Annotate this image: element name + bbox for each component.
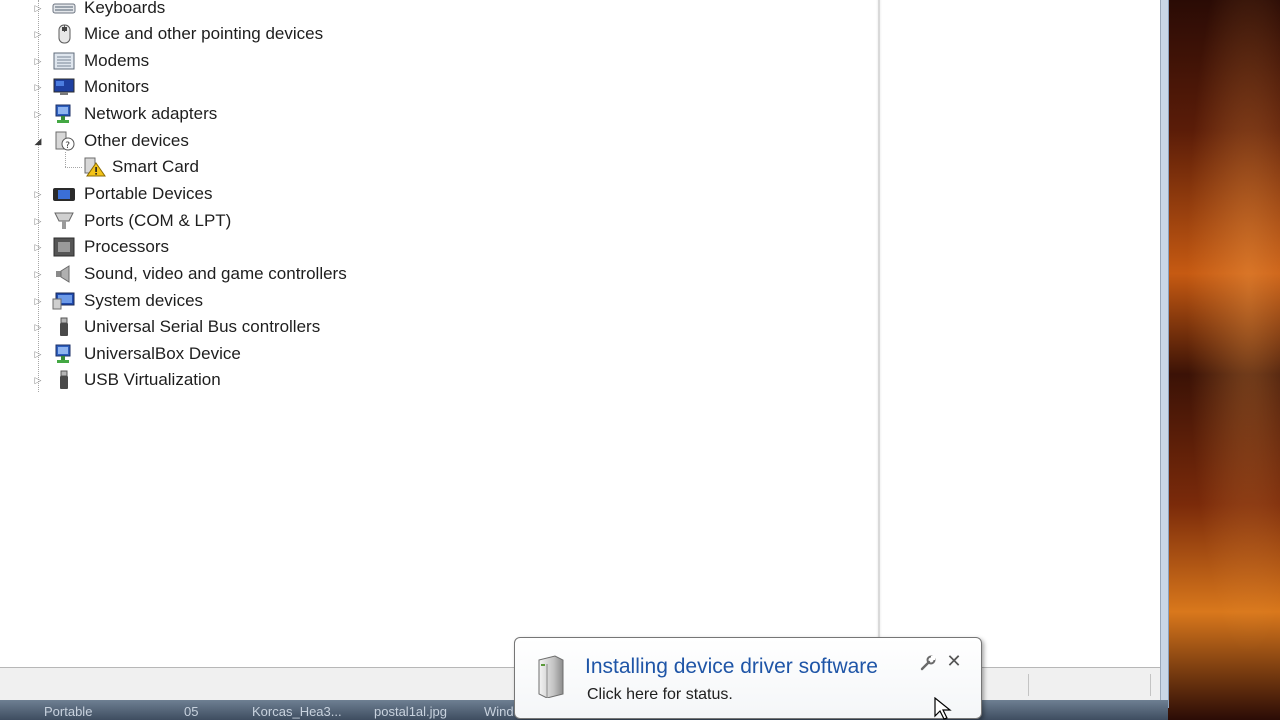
network-adapter-icon	[55, 104, 71, 123]
tree-item-label: Network adapters	[84, 104, 218, 123]
device-manager-window: ▷ Keyboards ▷ Mice and other pointing de…	[0, 0, 1169, 708]
status-divider	[1150, 674, 1151, 696]
tree-item-keyboards[interactable]: ▷ Keyboards	[0, 0, 260, 21]
modem-icon	[53, 52, 75, 70]
status-divider	[1028, 674, 1029, 696]
tree-item-mice[interactable]: ▷ Mice and other pointing devices	[0, 21, 360, 47]
expand-arrow-icon[interactable]: ▷	[33, 82, 43, 92]
tree-item-label: Keyboards	[84, 0, 166, 17]
device-tree-pane[interactable]: ▷ Keyboards ▷ Mice and other pointing de…	[0, 0, 876, 666]
processor-icon	[53, 237, 75, 257]
tree-item-usb-virtualization[interactable]: ▷ USB Virtualization	[0, 367, 240, 393]
taskbar-item[interactable]: Korcas_Hea3...	[252, 704, 342, 719]
close-icon[interactable]: ✕	[945, 652, 963, 670]
tree-item-label: Processors	[84, 237, 170, 256]
device-driver-icon	[538, 655, 564, 698]
usb-icon	[60, 370, 68, 389]
monitor-icon	[53, 78, 75, 95]
tree-item-label: Mice and other pointing devices	[84, 24, 324, 43]
tree-item-smart-card[interactable]: Smart Card	[0, 154, 240, 180]
tree-item-monitors[interactable]: ▷ Monitors	[0, 74, 200, 100]
tree-item-usb-controllers[interactable]: ▷ Universal Serial Bus controllers	[0, 314, 340, 340]
expand-arrow-icon[interactable]: ▷	[33, 189, 43, 199]
tree-item-other-devices[interactable]: ◢ ? Other devices	[0, 128, 260, 154]
unknown-device-warning-icon	[84, 157, 106, 177]
tree-item-processors[interactable]: ▷ Processors	[0, 234, 220, 260]
port-icon	[54, 212, 74, 229]
tree-item-network-adapters[interactable]: ▷ Network adapters	[0, 101, 260, 127]
taskbar-item[interactable]: Wind	[484, 704, 514, 719]
tree-item-label: USB Virtualization	[84, 370, 221, 389]
wrench-icon[interactable]	[919, 654, 937, 672]
tree-item-modems[interactable]: ▷ Modems	[0, 48, 200, 74]
action-pane	[882, 0, 1160, 666]
expand-arrow-icon[interactable]: ▷	[33, 349, 43, 359]
other-devices-icon: ?	[55, 131, 75, 151]
expand-arrow-icon[interactable]: ▷	[33, 322, 43, 332]
expand-arrow-icon[interactable]: ▷	[33, 3, 43, 13]
system-devices-icon	[52, 292, 75, 310]
tree-item-label: Smart Card	[112, 157, 199, 176]
expand-arrow-icon[interactable]: ▷	[33, 109, 43, 119]
taskbar-item[interactable]: postal1al.jpg	[374, 704, 447, 719]
keyboard-icon	[52, 3, 76, 14]
tree-item-label: Ports (COM & LPT)	[84, 211, 232, 230]
tree-item-label: Sound, video and game controllers	[84, 264, 347, 283]
notification-title[interactable]: Installing device driver software	[585, 655, 878, 679]
desktop-background	[1168, 0, 1280, 720]
svg-text:?: ?	[65, 141, 70, 151]
expand-arrow-icon[interactable]: ▷	[33, 375, 43, 385]
taskbar-item[interactable]: 05	[184, 704, 198, 719]
speaker-icon	[56, 265, 70, 283]
tree-item-label: Universal Serial Bus controllers	[84, 317, 321, 336]
expand-arrow-icon[interactable]: ▷	[33, 29, 43, 39]
tree-item-label: Modems	[84, 51, 150, 70]
collapse-arrow-icon[interactable]: ◢	[33, 136, 43, 146]
expand-arrow-icon[interactable]: ▷	[33, 56, 43, 66]
expand-arrow-icon[interactable]: ▷	[33, 242, 43, 252]
notification-text[interactable]: Click here for status.	[587, 686, 733, 704]
tree-item-ports[interactable]: ▷ Ports (COM & LPT)	[0, 208, 260, 234]
window-client-area: ▷ Keyboards ▷ Mice and other pointing de…	[0, 0, 1161, 701]
tree-item-system-devices[interactable]: ▷ System devices	[0, 288, 240, 314]
tree-item-sound-video[interactable]: ▷ Sound, video and game controllers	[0, 261, 380, 287]
tree-item-label: Monitors	[84, 77, 150, 96]
expand-arrow-icon[interactable]: ▷	[33, 216, 43, 226]
tree-item-label: Portable Devices	[84, 184, 213, 203]
tree-item-label: Other devices	[84, 131, 189, 150]
mouse-icon	[58, 24, 71, 44]
mouse-cursor-icon	[934, 697, 952, 720]
tree-item-label: UniversalBox Device	[84, 344, 241, 363]
usb-icon	[60, 317, 68, 336]
taskbar-item[interactable]: Portable	[44, 704, 92, 719]
tree-item-portable-devices[interactable]: ▷ Portable Devices	[0, 181, 260, 207]
network-adapter-icon	[55, 344, 71, 363]
notification-balloon[interactable]: Installing device driver software Click …	[514, 637, 982, 719]
tree-item-universalbox[interactable]: ▷ UniversalBox Device	[0, 341, 260, 367]
portable-device-icon	[53, 188, 75, 201]
expand-arrow-icon[interactable]: ▷	[33, 296, 43, 306]
tree-item-label: System devices	[84, 291, 204, 310]
expand-arrow-icon[interactable]: ▷	[33, 269, 43, 279]
